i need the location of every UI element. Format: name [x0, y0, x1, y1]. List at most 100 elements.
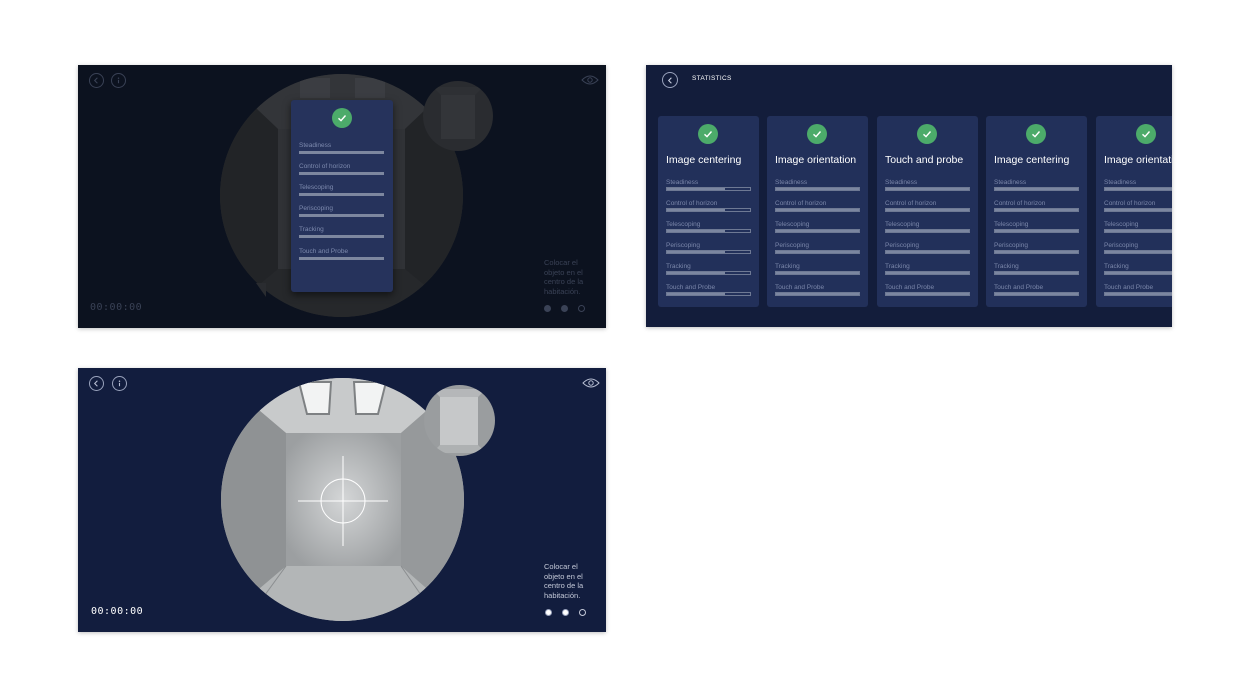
metric-label: Tracking	[299, 226, 324, 233]
metric-progress-bar	[775, 250, 860, 254]
metric-label: Tracking	[994, 263, 1019, 270]
metric-progress-fill	[776, 230, 859, 232]
stat-card-title: Touch and probe	[885, 154, 964, 166]
instruction-text: Colocar el objeto en el centro de la hab…	[544, 562, 584, 600]
metric-progress-bar	[885, 250, 970, 254]
metric-bar	[299, 172, 384, 175]
metric-label: Periscoping	[666, 242, 700, 249]
metric-progress-bar	[885, 229, 970, 233]
metric-label: Control of horizon	[1104, 200, 1156, 207]
metric-progress-fill	[886, 209, 969, 211]
metric-label: Touch and Probe	[775, 284, 825, 291]
metric-progress-fill	[1105, 272, 1172, 274]
progress-dot-filled	[545, 609, 552, 616]
metric-label: Telescoping	[885, 221, 920, 228]
metric-label: Telescoping	[994, 221, 1029, 228]
metric-label: Steadiness	[775, 179, 808, 186]
metric-bar	[299, 257, 384, 260]
metric-bar	[299, 193, 384, 196]
metric-label: Steadiness	[1104, 179, 1137, 186]
metric-progress-fill	[886, 188, 969, 190]
metric-bar	[299, 151, 384, 154]
metric-progress-fill	[1105, 251, 1172, 253]
metric-label: Tracking	[885, 263, 910, 270]
view-toggle-button[interactable]	[582, 376, 600, 388]
metric-label: Touch and Probe	[994, 284, 1044, 291]
view-toggle-button[interactable]	[581, 73, 599, 85]
info-button[interactable]	[111, 73, 126, 88]
stat-card-title: Image centering	[666, 154, 742, 166]
checkmark-icon	[332, 108, 352, 128]
metric-progress-fill	[995, 209, 1078, 211]
metric-label: Telescoping	[1104, 221, 1139, 228]
statistics-screen: STATISTICS Image centering Steadiness Cont…	[646, 65, 1172, 327]
metric-progress-bar	[885, 187, 970, 191]
stat-card[interactable]: Image centering Steadiness Control of hori…	[986, 116, 1087, 307]
minimap-view	[423, 81, 493, 151]
metric-label: Telescoping	[299, 184, 334, 191]
metric-progress-fill	[667, 293, 726, 295]
chevron-left-icon	[667, 76, 672, 84]
metric-label: Touch and Probe	[1104, 284, 1154, 291]
timer: 00:00:00	[90, 302, 143, 313]
metric-progress-fill	[995, 272, 1078, 274]
metric-progress-bar	[666, 250, 751, 254]
metric-progress-fill	[886, 293, 969, 295]
back-button[interactable]	[662, 72, 678, 88]
metric-progress-bar	[1104, 187, 1172, 191]
stat-card-title: Image orientation	[1104, 154, 1172, 166]
metric-label: Tracking	[666, 263, 691, 270]
metric-progress-fill	[667, 272, 726, 274]
info-icon	[117, 77, 120, 84]
metric-label: Periscoping	[885, 242, 919, 249]
back-button[interactable]	[89, 376, 104, 391]
stat-card[interactable]: Image orientation Steadiness Control of ho…	[1096, 116, 1172, 307]
metric-label: Touch and Probe	[666, 284, 716, 291]
metric-progress-fill	[886, 251, 969, 253]
metric-label: Steadiness	[994, 179, 1027, 186]
metric-progress-fill	[667, 188, 726, 190]
chevron-left-icon	[93, 380, 98, 387]
stat-card[interactable]: Image centering Steadiness Control of hori…	[658, 116, 759, 307]
metric-progress-bar	[994, 208, 1079, 212]
page-title: STATISTICS	[692, 75, 732, 82]
metric-progress-bar	[994, 229, 1079, 233]
metric-progress-fill	[776, 188, 859, 190]
metric-label: Steadiness	[299, 142, 332, 149]
back-button[interactable]	[89, 73, 104, 88]
chevron-left-icon	[93, 77, 98, 84]
progress-dot-empty	[578, 305, 585, 312]
metric-progress-fill	[776, 293, 859, 295]
instruction-text: Colocar el objeto en el centro de la hab…	[544, 258, 584, 296]
info-button[interactable]	[112, 376, 127, 391]
metric-progress-bar	[775, 208, 860, 212]
stat-card[interactable]: Image orientation Steadiness Control of ho…	[767, 116, 868, 307]
metric-label: Control of horizon	[885, 200, 937, 207]
stat-card-title: Image centering	[994, 154, 1070, 166]
stat-card[interactable]: Touch and probe Steadiness Control of hori…	[877, 116, 978, 307]
metric-label: Telescoping	[666, 221, 701, 228]
metric-progress-bar	[775, 229, 860, 233]
metric-progress-fill	[995, 230, 1078, 232]
metric-progress-bar	[994, 250, 1079, 254]
metric-progress-bar	[1104, 250, 1172, 254]
metric-progress-bar	[994, 187, 1079, 191]
metric-progress-bar	[775, 292, 860, 296]
checkmark-icon	[1136, 124, 1156, 144]
progress-dots	[544, 305, 585, 312]
metric-progress-bar	[1104, 229, 1172, 233]
checkmark-icon	[807, 124, 827, 144]
metric-progress-bar	[666, 187, 751, 191]
metric-label: Periscoping	[775, 242, 809, 249]
crosshair-target	[298, 456, 388, 546]
metric-progress-fill	[776, 251, 859, 253]
metric-progress-bar	[775, 187, 860, 191]
minimap-view	[424, 385, 495, 456]
metric-label: Tracking	[1104, 263, 1129, 270]
metric-progress-fill	[886, 272, 969, 274]
metric-progress-fill	[776, 209, 859, 211]
metric-bar	[299, 214, 384, 217]
eye-icon	[582, 378, 600, 388]
result-card: Steadiness Control of horizon Telescopin…	[291, 100, 393, 292]
metric-progress-fill	[667, 230, 726, 232]
